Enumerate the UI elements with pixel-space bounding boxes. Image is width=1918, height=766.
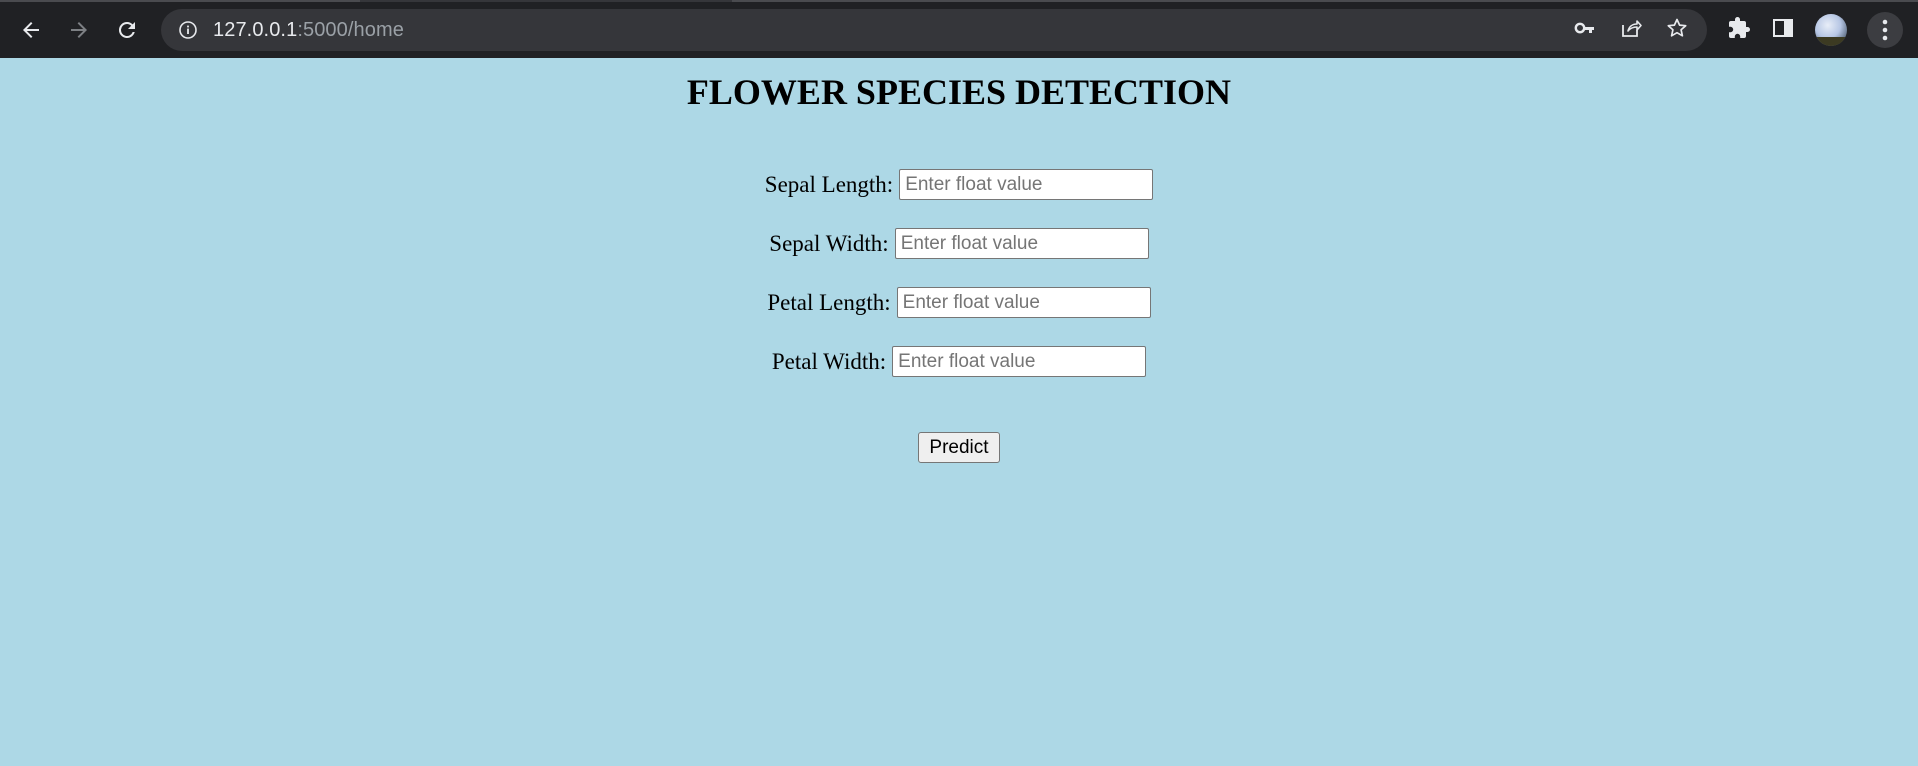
extensions-button[interactable] [1727, 16, 1751, 45]
browser-menu-button[interactable] [1867, 12, 1903, 48]
share-icon [1622, 19, 1642, 37]
navigation-buttons [11, 10, 147, 50]
site-info-button[interactable] [177, 19, 199, 41]
forward-button[interactable] [59, 10, 99, 50]
tab-strip-edge [0, 0, 360, 2]
sepal-width-row: Sepal Width: [0, 228, 1918, 259]
side-panel-icon [1773, 18, 1793, 37]
toolbar-actions [1727, 12, 1903, 48]
petal-length-row: Petal Length: [0, 287, 1918, 318]
side-panel-button[interactable] [1771, 16, 1795, 45]
puzzle-icon [1729, 16, 1750, 38]
password-key-button[interactable] [1573, 16, 1597, 45]
share-button[interactable] [1619, 16, 1643, 45]
reload-button[interactable] [107, 10, 147, 50]
sepal-width-input[interactable] [894, 228, 1149, 259]
star-icon [1667, 18, 1687, 37]
tab-strip-edge [732, 0, 1918, 2]
petal-width-input[interactable] [892, 346, 1147, 377]
page-content: FLOWER SPECIES DETECTION Sepal Length: S… [0, 58, 1918, 766]
page-title: FLOWER SPECIES DETECTION [686, 72, 1232, 112]
info-icon [179, 21, 197, 39]
avatar[interactable] [1815, 14, 1847, 46]
url-path: :5000/home [297, 18, 404, 41]
petal-width-row: Petal Width: [0, 346, 1918, 377]
reload-icon [118, 21, 135, 38]
browser-toolbar: 127.0.0.1:5000/home [0, 0, 1918, 58]
predict-button[interactable]: Predict [918, 432, 1000, 463]
petal-width-label: Petal Width: [771, 348, 887, 374]
sepal-length-input[interactable] [899, 169, 1154, 200]
bookmark-button[interactable] [1665, 16, 1689, 45]
sepal-length-label: Sepal Length: [764, 171, 894, 197]
sepal-length-row: Sepal Length: [0, 169, 1918, 200]
sepal-width-label: Sepal Width: [769, 230, 889, 256]
back-arrow-icon [23, 22, 39, 38]
forward-arrow-icon [71, 22, 87, 38]
back-button[interactable] [11, 10, 51, 50]
submit-row: Predict [0, 432, 1918, 463]
url-host: 127.0.0.1 [213, 18, 298, 41]
petal-length-label: Petal Length: [767, 289, 891, 315]
url-text[interactable]: 127.0.0.1:5000/home [213, 19, 404, 42]
omnibox-actions [1573, 9, 1689, 51]
address-bar[interactable]: 127.0.0.1:5000/home [161, 9, 1707, 51]
kebab-menu-icon [1882, 19, 1888, 41]
petal-length-input[interactable] [896, 287, 1151, 318]
key-icon [1574, 22, 1594, 33]
